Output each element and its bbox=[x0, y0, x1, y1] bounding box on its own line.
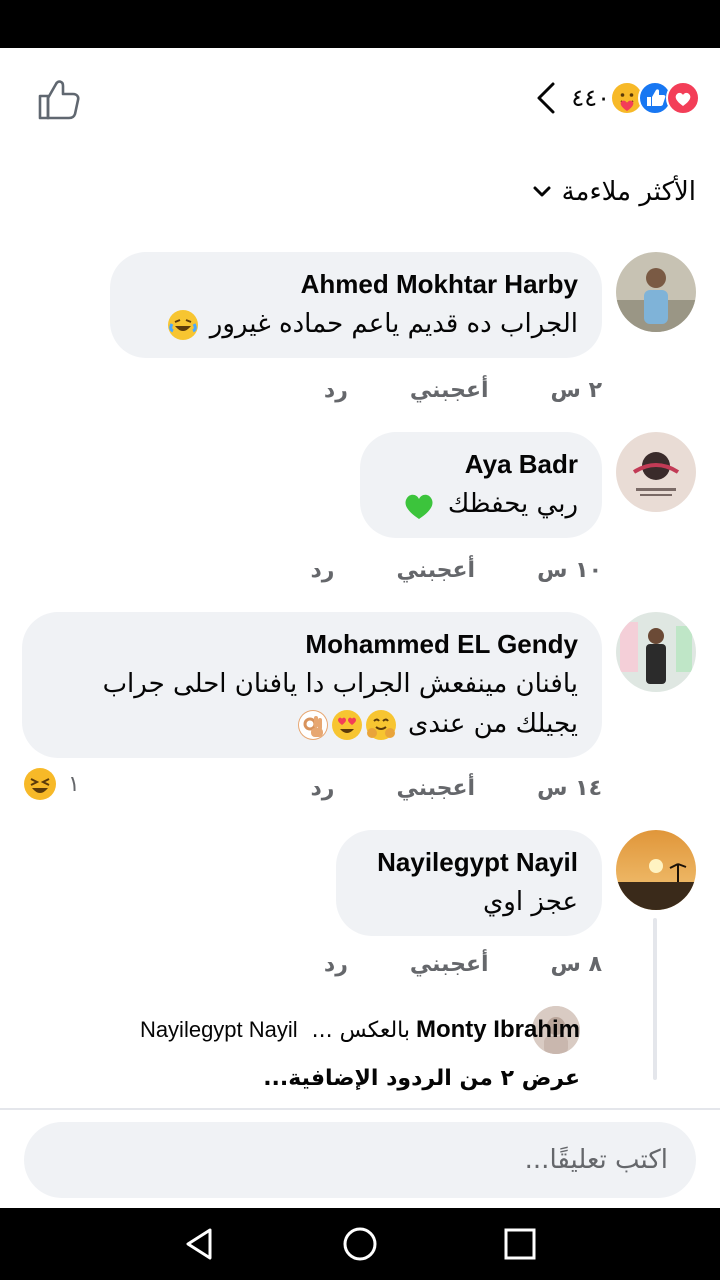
reaction-summary[interactable]: ٤٤٠ bbox=[533, 78, 700, 118]
sort-label: الأكثر ملاءمة bbox=[561, 177, 696, 207]
heart-eyes-emoji bbox=[331, 709, 362, 740]
reply-button[interactable]: رد bbox=[324, 952, 348, 977]
comment-time: ٢ س bbox=[550, 377, 602, 403]
haha-icon bbox=[24, 768, 56, 800]
comment-author[interactable]: Mohammed EL Gendy bbox=[46, 624, 578, 664]
avatar[interactable] bbox=[616, 252, 696, 332]
view-more-replies-link[interactable]: عرض ٢ من الردود الإضافية... bbox=[263, 1066, 580, 1102]
reply-button[interactable]: رد bbox=[310, 776, 334, 801]
avatar[interactable] bbox=[616, 830, 696, 910]
home-icon[interactable] bbox=[340, 1224, 380, 1264]
comment-bubble[interactable]: Ahmed Mokhtar Harby الجراب ده قديم ياعم … bbox=[110, 252, 602, 358]
comment-text: الجراب ده قديم ياعم حماده غيرور bbox=[134, 304, 578, 344]
like-comment-button[interactable]: أعجبني bbox=[396, 558, 475, 583]
status-bar bbox=[0, 0, 720, 48]
reactions-header: ٤٤٠ bbox=[0, 48, 720, 148]
like-comment-button[interactable]: أعجبني bbox=[410, 378, 489, 403]
green-heart-emoji bbox=[402, 489, 436, 521]
comment-time: ١٠ س bbox=[537, 557, 602, 583]
hugging-emoji bbox=[365, 709, 396, 740]
comment-meta: ١٤ س أعجبني رد bbox=[310, 770, 602, 806]
sort-dropdown[interactable]: الأكثر ملاءمة bbox=[532, 172, 696, 212]
like-comment-button[interactable]: أعجبني bbox=[410, 952, 489, 977]
reaction-count: ٤٤٠ bbox=[571, 84, 610, 112]
comment-author[interactable]: Ahmed Mokhtar Harby bbox=[134, 264, 578, 304]
chevron-down-icon bbox=[533, 186, 551, 197]
comment-bubble[interactable]: Nayilegypt Nayil عجز اوي bbox=[336, 830, 602, 936]
comment-author[interactable]: Nayilegypt Nayil bbox=[360, 842, 578, 882]
comment-meta: ٨ س أعجبني رد bbox=[324, 946, 602, 982]
comment-input[interactable] bbox=[24, 1122, 696, 1198]
reply-preview[interactable]: Monty Ibrahim بالعكس ... Nayilegypt Nayi… bbox=[140, 1006, 580, 1054]
comment-meta: ١٠ س أعجبني رد bbox=[310, 552, 602, 588]
comment-text-line-2: يجيلك من عندى bbox=[46, 704, 578, 744]
reply-author[interactable]: Monty Ibrahim bbox=[416, 1016, 580, 1044]
reaction-count: ١ bbox=[68, 771, 80, 797]
avatar[interactable] bbox=[616, 432, 696, 512]
system-navigation-bar bbox=[0, 1208, 720, 1280]
like-comment-button[interactable]: أعجبني bbox=[396, 776, 475, 801]
comment-text: عجز اوي bbox=[482, 887, 578, 917]
comment-text: ربي يحفظك bbox=[384, 484, 578, 524]
comment-bubble[interactable]: Aya Badr ربي يحفظك bbox=[360, 432, 602, 538]
chevron-left-icon[interactable] bbox=[533, 80, 561, 116]
love-icon bbox=[666, 81, 700, 115]
comment-time: ٨ س bbox=[550, 951, 602, 977]
reply-text: بالعكس ... bbox=[311, 1017, 410, 1043]
reply-button[interactable]: رد bbox=[324, 378, 348, 403]
reply-button[interactable]: رد bbox=[310, 558, 334, 583]
recents-icon[interactable] bbox=[500, 1224, 540, 1264]
comment-bubble[interactable]: Mohammed EL Gendy يافنان مينفعش الجراب د… bbox=[22, 612, 602, 758]
comment-time: ١٤ س bbox=[537, 775, 602, 801]
avatar[interactable] bbox=[616, 612, 696, 692]
back-icon[interactable] bbox=[180, 1224, 220, 1264]
comment-composer bbox=[0, 1108, 720, 1208]
laughing-tears-emoji bbox=[167, 309, 198, 340]
comment-text-line-1: يافنان مينفعش الجراب دا يافنان احلى جراب bbox=[102, 669, 578, 699]
comment-meta: ٢ س أعجبني رد bbox=[324, 372, 602, 408]
thread-line bbox=[653, 918, 657, 1080]
comment-author[interactable]: Aya Badr bbox=[384, 444, 578, 484]
ok-hand-emoji bbox=[297, 709, 328, 740]
comment-reaction-badge[interactable]: ١ bbox=[22, 766, 80, 802]
reply-mention: Nayilegypt Nayil bbox=[139, 1017, 298, 1042]
thumbs-up-icon[interactable] bbox=[36, 76, 82, 122]
